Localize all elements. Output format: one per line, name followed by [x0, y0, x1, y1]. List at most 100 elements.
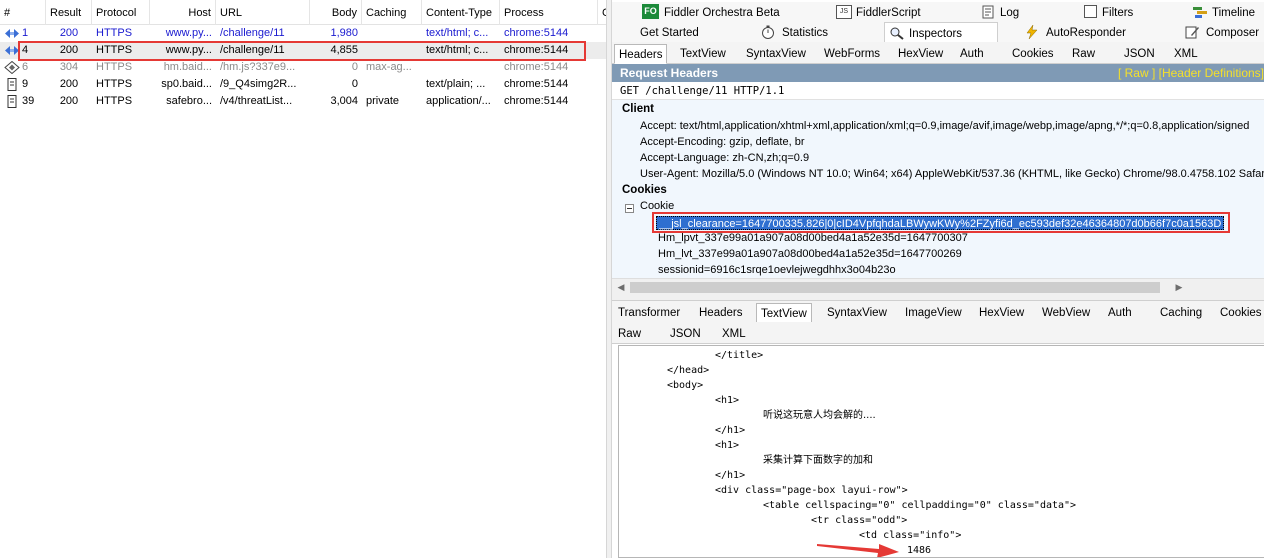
col-caching[interactable]: Caching	[362, 0, 422, 25]
cookie-jsl-clearance[interactable]: __jsl_clearance=1647700335.826|0|cID4Vpf…	[656, 216, 1225, 230]
code-line: </title>	[715, 350, 764, 361]
script-icon: JS	[836, 5, 852, 19]
tab-get-started[interactable]: Get Started	[640, 22, 740, 42]
request-line: GET /challenge/11 HTTP/1.1	[612, 82, 1264, 100]
inspector-pane: FO Fiddler Orchestra Beta JS FiddlerScri…	[612, 0, 1264, 558]
resp-tab-caching[interactable]: Caching	[1156, 303, 1206, 323]
code-line: <h1>	[715, 440, 740, 451]
req-tab-headers[interactable]: Headers	[614, 44, 668, 64]
req-tab-json[interactable]: JSON	[1120, 44, 1159, 64]
req-tab-cookies[interactable]: Cookies	[1008, 44, 1058, 64]
cookie-node[interactable]: Cookie	[640, 200, 674, 212]
resp-tab-xml[interactable]: XML	[718, 324, 750, 344]
top-tabs-row1: FO Fiddler Orchestra Beta JS FiddlerScri…	[612, 2, 1264, 22]
resp-tab-cookies[interactable]: Cookies	[1216, 303, 1264, 323]
header-accept[interactable]: Accept: text/html,application/xhtml+xml,…	[640, 120, 1249, 132]
code-line: </h1>	[715, 470, 746, 481]
session-row[interactable]: 39 200 HTTPS safebro... /v4/threatList..…	[0, 93, 606, 110]
req-tab-syntaxview[interactable]: SyntaxView	[742, 44, 810, 64]
sessions-header: # Result Protocol Host URL Body Caching …	[0, 0, 606, 25]
code-line: 听说这玩意人均会解的....	[763, 410, 876, 421]
group-cookies: Cookies	[622, 184, 667, 196]
tab-autoresponder[interactable]: AutoResponder	[1024, 22, 1154, 42]
session-row[interactable]: 1 200 HTTPS www.py... /challenge/11 1,98…	[0, 25, 606, 42]
response-tabs-row2: Raw JSON XML	[612, 322, 1264, 344]
req-tab-hexview[interactable]: HexView	[894, 44, 947, 64]
resp-tab-json[interactable]: JSON	[666, 324, 705, 344]
resp-tab-syntaxview[interactable]: SyntaxView	[823, 303, 891, 323]
tab-timeline[interactable]: Timeline	[1192, 2, 1264, 22]
tab-statistics[interactable]: Statistics	[760, 22, 860, 42]
code-line: 采集计算下面数字的加和	[763, 455, 873, 466]
cookie-hm-lvt[interactable]: Hm_lvt_337e99a01a907a08d00bed4a1a52e35d=…	[658, 248, 962, 260]
resp-tab-hexview[interactable]: HexView	[975, 303, 1028, 323]
code-line: <div class="page-box layui-row">	[715, 485, 908, 496]
scroll-right-icon[interactable]: ▶	[1174, 282, 1184, 293]
inspect-icon	[890, 27, 904, 40]
group-client: Client	[622, 103, 654, 115]
code-line: <body>	[667, 380, 704, 391]
req-tab-textview[interactable]: TextView	[676, 44, 730, 64]
header-links[interactable]: [ Raw ] [Header Definitions]	[1118, 64, 1264, 82]
response-textview[interactable]: </title> </head> <body> <h1> 听说这玩意人均会解的.…	[618, 345, 1264, 558]
scroll-left-icon[interactable]: ◀	[616, 282, 626, 293]
collapse-icon[interactable]	[625, 204, 634, 213]
cookie-hm-lpvt[interactable]: Hm_lpvt_337e99a01a907a08d00bed4a1a52e35d…	[658, 232, 968, 244]
resp-tab-textview[interactable]: TextView	[756, 303, 812, 323]
col-url[interactable]: URL	[216, 0, 310, 25]
resp-tab-raw[interactable]: Raw	[614, 324, 645, 344]
col-num[interactable]: #	[0, 0, 46, 25]
col-content-type[interactable]: Content-Type	[422, 0, 500, 25]
lightning-icon	[1026, 25, 1038, 39]
scroll-thumb[interactable]	[630, 282, 1160, 293]
fo-icon: FO	[642, 4, 659, 19]
col-process[interactable]: Process	[500, 0, 598, 25]
cookie-sessionid[interactable]: sessionid=6916c1srqe1oevlejwegdhhx3o04b2…	[658, 264, 896, 276]
tab-fiddler-orchestra[interactable]: FO Fiddler Orchestra Beta	[640, 2, 840, 22]
col-result[interactable]: Result	[46, 0, 92, 25]
req-tab-raw[interactable]: Raw	[1068, 44, 1099, 64]
red-arrow-icon	[817, 544, 899, 557]
request-tabs: Headers TextView SyntaxView WebForms Hex…	[612, 42, 1264, 64]
col-body[interactable]: Body	[310, 0, 362, 25]
tab-inspectors[interactable]: Inspectors	[884, 22, 998, 42]
session-row-selected[interactable]: 4 200 HTTPS www.py... /challenge/11 4,85…	[0, 42, 606, 59]
req-tab-auth[interactable]: Auth	[956, 44, 988, 64]
horizontal-scrollbar[interactable]: ◀ ▶	[612, 278, 1264, 295]
req-tab-webforms[interactable]: WebForms	[820, 44, 884, 64]
resp-tab-webview[interactable]: WebView	[1038, 303, 1094, 323]
code-number: 1486	[907, 545, 932, 556]
session-row[interactable]: 9 200 HTTPS sp0.baid... /9_Q4simg2R... 0…	[0, 76, 606, 93]
col-comments[interactable]: C	[598, 0, 606, 25]
col-host[interactable]: Host	[150, 0, 216, 25]
code-line: <h1>	[715, 395, 740, 406]
code-line: <table cellspacing="0" cellpadding="0" c…	[763, 500, 1077, 511]
sessions-pane: # Result Protocol Host URL Body Caching …	[0, 0, 606, 558]
header-accept-encoding[interactable]: Accept-Encoding: gzip, deflate, br	[640, 136, 804, 148]
tab-composer[interactable]: Composer	[1184, 22, 1264, 42]
stopwatch-icon	[762, 25, 774, 39]
resp-tab-headers[interactable]: Headers	[695, 303, 746, 323]
req-tab-xml[interactable]: XML	[1170, 44, 1202, 64]
timeline-icon	[1193, 7, 1207, 18]
code-line: </h1>	[715, 425, 746, 436]
checkbox-icon	[1084, 5, 1097, 18]
headers-tree: Client Accept: text/html,application/xht…	[612, 100, 1264, 278]
col-protocol[interactable]: Protocol	[92, 0, 150, 25]
code-line: <tr class="odd">	[811, 515, 908, 526]
composer-icon	[1185, 26, 1199, 39]
tab-fiddlerscript[interactable]: JS FiddlerScript	[834, 2, 954, 22]
tab-log[interactable]: Log	[980, 2, 1050, 22]
tab-filters[interactable]: Filters	[1082, 2, 1162, 22]
resp-tab-imageview[interactable]: ImageView	[901, 303, 966, 323]
log-icon	[982, 5, 994, 19]
code-line: </head>	[667, 365, 710, 376]
header-accept-language[interactable]: Accept-Language: zh-CN,zh;q=0.9	[640, 152, 809, 164]
response-tabs-row1: Transformer Headers TextView SyntaxView …	[612, 301, 1264, 323]
header-user-agent[interactable]: User-Agent: Mozilla/5.0 (Windows NT 10.0…	[640, 168, 1264, 180]
request-headers-title: Request Headers [ Raw ] [Header Definiti…	[612, 64, 1264, 82]
session-row[interactable]: 6 304 HTTPS hm.baid... /hm.js?337e9... 0…	[0, 59, 606, 76]
top-tabs-row2: Get Started Statistics Inspectors AutoRe…	[612, 22, 1264, 42]
resp-tab-auth[interactable]: Auth	[1104, 303, 1136, 323]
resp-tab-transformer[interactable]: Transformer	[614, 303, 684, 323]
